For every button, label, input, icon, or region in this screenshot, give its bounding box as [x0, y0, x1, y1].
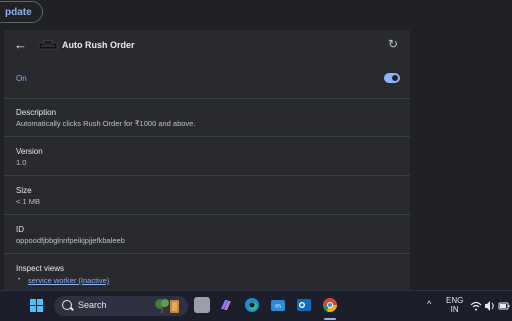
version-label: Version: [16, 147, 43, 156]
right-empty-area: [412, 28, 512, 290]
id-label: ID: [16, 225, 24, 234]
extension-details-panel: ← Auto Rush Order ↻ On Description Autom…: [4, 30, 410, 290]
chevron-up-icon[interactable]: ^: [427, 299, 431, 309]
windows-taskbar: Search m ^ ENG IN: [0, 290, 512, 321]
description-section: Description Automatically clicks Rush Or…: [4, 98, 410, 137]
size-label: Size: [16, 186, 32, 195]
language-indicator[interactable]: ENG IN: [446, 296, 463, 314]
inspect-views-section: Inspect views • service worker (Inactive…: [4, 253, 410, 290]
size-section: Size < 1 MB: [4, 175, 410, 214]
task-view-icon[interactable]: [194, 297, 210, 313]
enable-toggle[interactable]: [384, 73, 400, 83]
taskbar-search[interactable]: Search: [54, 296, 188, 316]
id-section: ID oppoodfjbbglnnfpeikjpjjefkbaleeb: [4, 214, 410, 253]
details-header: ← Auto Rush Order ↻: [4, 30, 410, 62]
toggle-knob: [392, 75, 398, 81]
inspect-views-label: Inspect views: [16, 264, 65, 273]
top-bar: pdate: [0, 0, 512, 28]
service-worker-link[interactable]: service worker (Inactive): [28, 276, 109, 285]
volume-icon[interactable]: [484, 300, 496, 312]
extension-title: Auto Rush Order: [62, 40, 135, 50]
update-button[interactable]: pdate: [0, 1, 43, 23]
id-value: oppoodfjbbglnnfpeikjpjjefkbaleeb: [16, 236, 125, 245]
windows-start-icon[interactable]: [30, 299, 44, 313]
enable-row: On: [4, 68, 410, 92]
language-code: ENG: [446, 296, 464, 305]
description-label: Description: [16, 108, 57, 117]
search-icon: [62, 300, 72, 310]
size-value: < 1 MB: [16, 197, 40, 206]
extension-logo: [38, 40, 58, 50]
version-value: 1.0: [16, 158, 27, 167]
reload-icon[interactable]: ↻: [388, 38, 400, 50]
search-placeholder: Search: [78, 300, 107, 310]
version-section: Version 1.0: [4, 136, 410, 175]
chrome-icon[interactable]: [322, 297, 338, 313]
store-icon[interactable]: m: [270, 297, 286, 313]
description-value: Automatically clicks Rush Order for ₹100…: [16, 119, 196, 128]
region-code: IN: [450, 305, 459, 314]
search-highlight-image: [155, 299, 179, 313]
outlook-icon[interactable]: [296, 297, 312, 313]
svg-text:m: m: [275, 303, 281, 310]
arrow-left-icon[interactable]: ←: [14, 38, 28, 52]
wifi-icon[interactable]: [470, 300, 482, 312]
copilot-icon[interactable]: [218, 297, 234, 313]
enable-label: On: [16, 74, 27, 83]
battery-icon[interactable]: [498, 300, 510, 312]
bullet: •: [18, 277, 21, 283]
edge-icon[interactable]: [244, 297, 260, 313]
